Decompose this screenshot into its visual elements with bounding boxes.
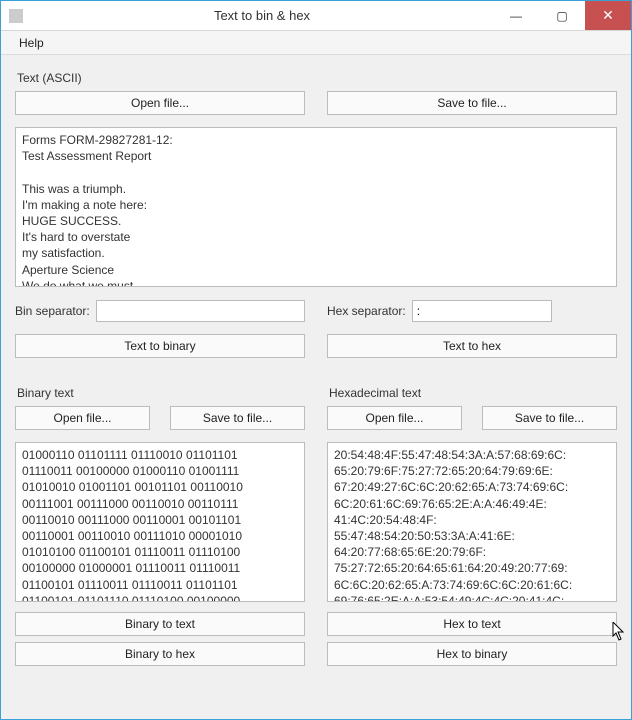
binary-text-label: Binary text <box>17 386 305 400</box>
minimize-button[interactable]: — <box>493 1 539 30</box>
text-buttons-row: Open file... Save to file... <box>15 91 617 115</box>
menu-help[interactable]: Help <box>13 34 50 52</box>
close-button[interactable]: ✕ <box>585 1 631 30</box>
client-area: Text (ASCII) Open file... Save to file..… <box>1 55 631 719</box>
hex-separator-input[interactable] <box>412 300 552 322</box>
binary-panel: Binary text Open file... Save to file...… <box>15 380 305 666</box>
hex-to-binary-button[interactable]: Hex to binary <box>327 642 617 666</box>
text-to-binary-button[interactable]: Text to binary <box>15 334 305 358</box>
text-to-hex-button[interactable]: Text to hex <box>327 334 617 358</box>
binary-save-file-button[interactable]: Save to file... <box>170 406 305 430</box>
title-bar: Text to bin & hex — ▢ ✕ <box>1 1 631 31</box>
hex-text-input[interactable] <box>327 442 617 602</box>
text-open-file-button[interactable]: Open file... <box>15 91 305 115</box>
text-ascii-input[interactable] <box>15 127 617 287</box>
text-save-file-button[interactable]: Save to file... <box>327 91 617 115</box>
hex-to-text-button[interactable]: Hex to text <box>327 612 617 636</box>
text-ascii-label: Text (ASCII) <box>17 71 617 85</box>
binary-open-file-button[interactable]: Open file... <box>15 406 150 430</box>
hex-open-file-button[interactable]: Open file... <box>327 406 462 430</box>
bin-separator-label: Bin separator: <box>15 304 90 318</box>
hex-panel: Hexadecimal text Open file... Save to fi… <box>327 380 617 666</box>
app-window: Text to bin & hex — ▢ ✕ Help Text (ASCII… <box>0 0 632 720</box>
menu-bar: Help <box>1 31 631 55</box>
bin-separator-input[interactable] <box>96 300 305 322</box>
window-controls: — ▢ ✕ <box>493 1 631 30</box>
maximize-button[interactable]: ▢ <box>539 1 585 30</box>
system-icon <box>1 9 31 23</box>
window-title: Text to bin & hex <box>31 8 493 23</box>
binary-text-input[interactable] <box>15 442 305 602</box>
binary-to-text-button[interactable]: Binary to text <box>15 612 305 636</box>
binary-to-hex-button[interactable]: Binary to hex <box>15 642 305 666</box>
cursor-icon <box>612 622 626 642</box>
hex-text-label: Hexadecimal text <box>329 386 617 400</box>
hex-separator-label: Hex separator: <box>327 304 406 318</box>
hex-save-file-button[interactable]: Save to file... <box>482 406 617 430</box>
